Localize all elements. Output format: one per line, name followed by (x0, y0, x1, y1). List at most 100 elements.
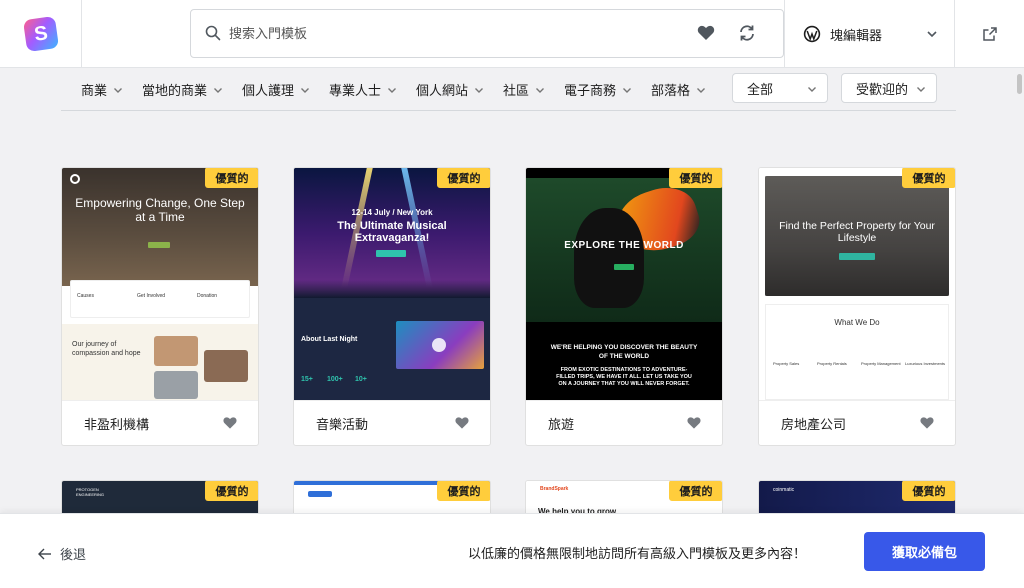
section-body: FROM EXOTIC DESTINATIONS TO ADVENTURE-FI… (556, 367, 692, 387)
search-icon (205, 25, 221, 41)
service-label: Property Management (861, 361, 901, 366)
premium-badge: 優質的 (902, 481, 955, 501)
chevron-down-icon (697, 87, 706, 93)
template-card[interactable]: Find the Perfect Property for Your Lifes… (758, 167, 956, 446)
card-footer: 非盈利機構 (62, 400, 258, 445)
promo-text: 以低廉的價格無限制地訪問所有高級入門模板及更多內容！ (468, 547, 807, 562)
chevron-down-icon (927, 31, 937, 38)
scrollbar-thumb[interactable] (1017, 74, 1022, 94)
category-blog[interactable]: 部落格 (651, 80, 706, 99)
back-button[interactable]: 後退 (38, 544, 86, 563)
back-label: 後退 (60, 548, 87, 563)
service-label: Property Sales (773, 361, 800, 366)
template-title: 非盈利機構 (84, 417, 150, 433)
chevron-down-icon (214, 87, 223, 93)
category-local-business[interactable]: 當地的商業 (142, 80, 223, 99)
hero-button (839, 253, 875, 260)
page-builder-select[interactable]: 塊編輯器 (784, 0, 954, 68)
hero-button (614, 264, 634, 270)
category-ecommerce[interactable]: 電子商務 (564, 80, 632, 99)
category-filter-bar: 商業 當地的商業 個人護理 專業人士 個人網站 社區 電子商務 部落格 全部 受… (61, 68, 956, 111)
external-link-button[interactable] (954, 0, 1024, 68)
chevron-down-icon (114, 87, 123, 93)
sort-value: 受歡迎的 (856, 82, 909, 98)
toucan-body (574, 208, 644, 308)
favorites-heart-icon[interactable] (696, 23, 716, 43)
arrow-left-icon (38, 548, 51, 559)
hero-headline: Find the Perfect Property for Your Lifes… (779, 220, 935, 244)
category-professionals[interactable]: 專業人士 (329, 80, 397, 99)
chevron-down-icon (301, 87, 310, 93)
step-label: Causes (77, 293, 94, 299)
search-box (190, 9, 784, 58)
about-headline: Our journey of compassion and hope (72, 341, 141, 357)
heart-icon[interactable] (919, 415, 935, 431)
template-thumbnail[interactable]: EXPLORE THE WORLD WE'RE HELPING YOU DISC… (526, 168, 722, 400)
category-label: 當地的商業 (142, 84, 208, 99)
photo-tile (154, 336, 198, 366)
template-title: 房地產公司 (781, 417, 847, 433)
template-thumbnail[interactable]: 12-14 July / New York The Ultimate Music… (294, 168, 490, 400)
starter-templates-logo-icon: S (22, 15, 59, 53)
get-essentials-button[interactable]: 獲取必備包 (864, 532, 985, 571)
premium-badge: 優質的 (669, 481, 722, 501)
type-filter-select[interactable]: 全部 (732, 73, 828, 103)
chevron-down-icon (623, 87, 632, 93)
premium-badge: 優質的 (205, 481, 258, 501)
premium-badge: 優質的 (437, 168, 490, 188)
site-logo-icon (70, 174, 80, 184)
heart-icon[interactable] (454, 415, 470, 431)
photo-tile (154, 371, 198, 399)
category-community[interactable]: 社區 (503, 80, 545, 99)
category-label: 部落格 (651, 84, 691, 99)
site-logo: BrandSpark (540, 486, 569, 492)
hero-headline: Empowering Change, One Step at a Time (75, 196, 245, 224)
search-input[interactable] (229, 22, 669, 46)
template-card[interactable]: Empowering Change, One Step at a Time Ca… (61, 167, 259, 446)
category-personal-website[interactable]: 個人網站 (416, 80, 484, 99)
event-date: 12-14 July / New York (351, 208, 433, 217)
site-logo: coinmatic (773, 487, 795, 493)
wordpress-icon (803, 25, 821, 43)
card-footer: 音樂活動 (294, 400, 490, 445)
heart-icon[interactable] (686, 415, 702, 431)
site-logo: PROTOGEN ENGINEERING (76, 487, 105, 497)
sort-select[interactable]: 受歡迎的 (841, 73, 937, 103)
heart-icon[interactable] (222, 415, 238, 431)
hero-button (376, 250, 406, 257)
section-heading: About Last Night (301, 336, 358, 343)
photo-tile (204, 350, 248, 382)
card-footer: 房地產公司 (759, 400, 955, 445)
category-label: 個人護理 (242, 84, 295, 99)
app-logo[interactable]: S (0, 0, 82, 68)
template-title: 音樂活動 (316, 417, 369, 433)
template-thumbnail[interactable]: Empowering Change, One Step at a Time Ca… (62, 168, 258, 400)
type-filter-value: 全部 (747, 82, 774, 98)
premium-badge: 優質的 (437, 481, 490, 501)
chevron-down-icon (388, 87, 397, 93)
category-personal-care[interactable]: 個人護理 (242, 80, 310, 99)
site-logo-icon (308, 491, 332, 497)
crowd-silhouette (294, 280, 490, 298)
external-link-icon (982, 27, 997, 41)
category-business[interactable]: 商業 (81, 80, 123, 99)
service-label: Property Rentals (817, 361, 847, 366)
step-label: Get Involved (137, 293, 166, 299)
hero-headline: The Ultimate Musical Extravaganza! (337, 220, 447, 244)
step-label: Donation (197, 293, 218, 299)
template-title: 旅遊 (548, 417, 575, 433)
premium-badge: 優質的 (205, 168, 258, 188)
template-card[interactable]: 12-14 July / New York The Ultimate Music… (293, 167, 491, 446)
page-builder-label: 塊編輯器 (830, 28, 883, 44)
template-thumbnail[interactable]: Find the Perfect Property for Your Lifes… (759, 168, 955, 400)
hero-button (148, 242, 170, 248)
section-heading: What We Do (834, 318, 880, 327)
top-bar: S 塊編輯器 (0, 0, 1024, 68)
category-label: 社區 (503, 84, 530, 99)
chevron-down-icon (808, 87, 816, 92)
template-card[interactable]: EXPLORE THE WORLD WE'RE HELPING YOU DISC… (525, 167, 723, 446)
hero-headline: EXPLORE THE WORLD (564, 240, 684, 251)
stat-value: 15+ (301, 376, 313, 383)
steps-box: Causes Get Involved Donation (70, 280, 250, 318)
sync-icon[interactable] (737, 23, 757, 43)
